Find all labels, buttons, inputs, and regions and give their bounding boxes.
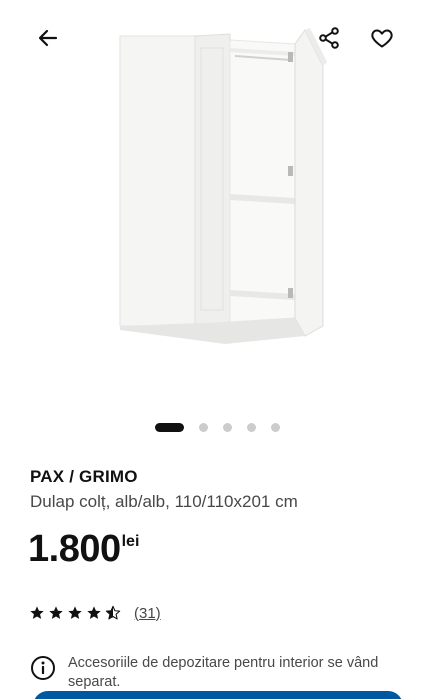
price-value: 1.800	[28, 528, 121, 570]
pagination-dot-3[interactable]	[223, 423, 232, 432]
product-page: PAX / GRIMO Dulap colț, alb/alb, 110/110…	[0, 0, 436, 699]
heart-outline-icon	[371, 29, 393, 48]
image-pagination-dots	[0, 421, 436, 433]
arrow-left-icon	[38, 29, 58, 47]
pagination-dot-4[interactable]	[247, 423, 256, 432]
product-name: PAX / GRIMO	[30, 467, 138, 486]
product-description: Dulap colț, alb/alb, 110/110x201 cm	[30, 492, 298, 511]
notice-text: Accesoriile de depozitare pentru interio…	[68, 655, 379, 690]
product-image	[119, 28, 327, 344]
storage-accessories-notice: Accesoriile de depozitare pentru interio…	[30, 654, 410, 692]
star-filled-icon	[87, 606, 101, 619]
product-rating[interactable]: (31)	[29, 603, 161, 623]
product-image-gallery[interactable]	[0, 0, 436, 400]
product-price: 1.800 lei	[28, 526, 139, 576]
pagination-dot-2[interactable]	[199, 423, 208, 432]
share-icon	[319, 27, 339, 49]
rating-stars	[29, 605, 124, 621]
star-filled-icon	[30, 606, 44, 619]
pagination-dot-1[interactable]	[155, 423, 184, 432]
share-button[interactable]	[311, 20, 347, 56]
info-icon	[31, 656, 55, 680]
favorite-button[interactable]	[364, 20, 400, 56]
star-filled-icon	[68, 606, 82, 619]
pagination-dot-5[interactable]	[271, 423, 280, 432]
star-filled-icon	[49, 606, 63, 619]
star-half-icon	[105, 605, 121, 620]
review-count-link[interactable]: (31)	[134, 605, 161, 622]
add-to-cart-button[interactable]	[33, 691, 403, 699]
price-currency: lei	[121, 533, 140, 550]
back-button[interactable]	[30, 20, 66, 56]
